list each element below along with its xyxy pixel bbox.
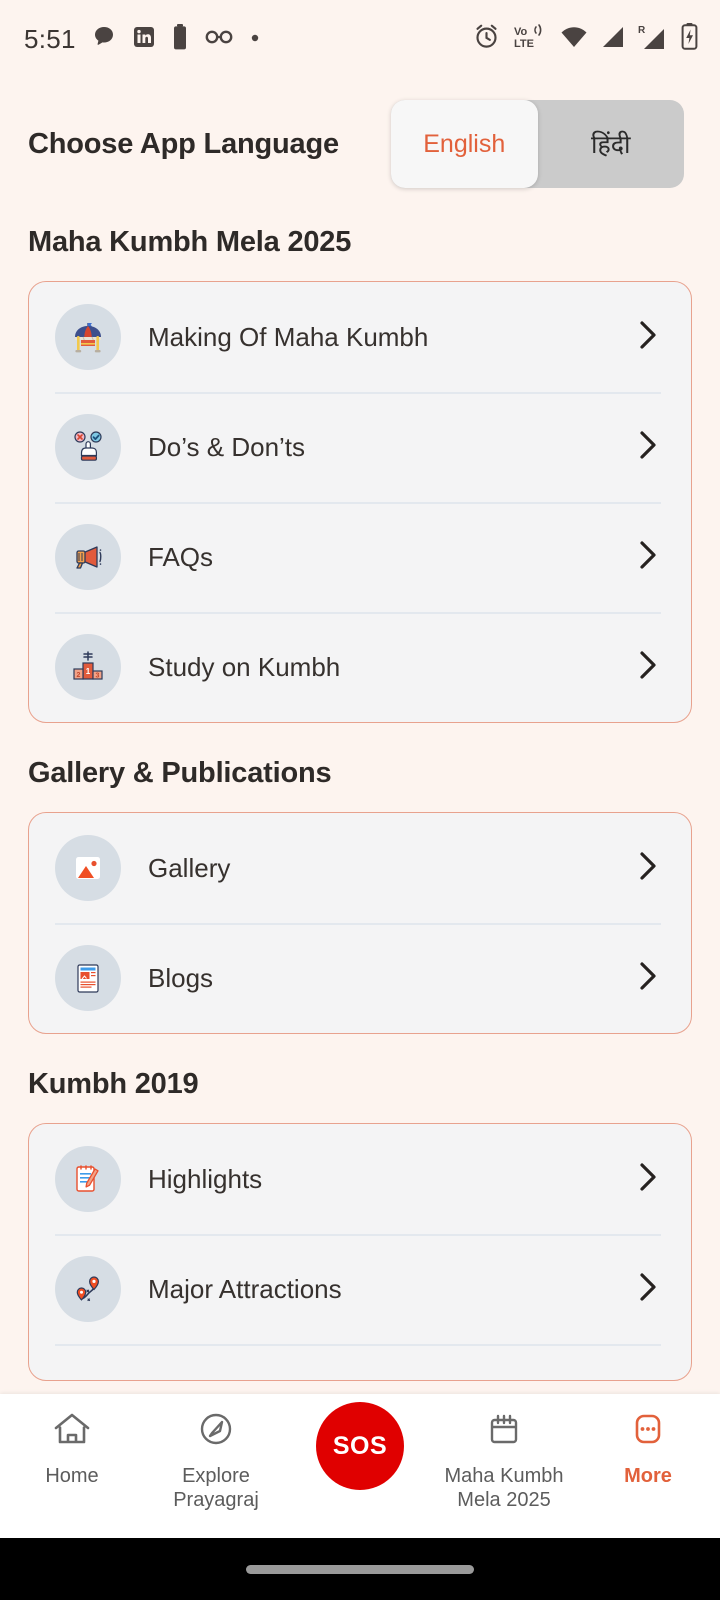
list-item-label: Making Of Maha Kumbh: [148, 321, 429, 352]
status-bar-right: Vo LTE R: [473, 23, 698, 55]
battery-charging-icon: [681, 23, 698, 55]
list-item-making-of-maha-kumbh[interactable]: Making Of Maha Kumbh: [29, 282, 691, 392]
svg-text:LTE: LTE: [514, 38, 534, 50]
chevron-right-icon: [637, 960, 659, 997]
language-header: Choose App Language English हिंदी: [0, 78, 720, 214]
language-option-english[interactable]: English: [391, 100, 538, 188]
podium-icon: 1 2 3: [55, 634, 121, 700]
nav-label-home: Home: [45, 1465, 99, 1487]
list-item-label: Blogs: [148, 962, 214, 993]
list-item-dos-and-donts[interactable]: Do’s & Don’ts: [29, 392, 691, 502]
pointing-hand-icon: [55, 414, 121, 480]
section-heading-gallery-and-publications: Gallery & Publications: [28, 757, 332, 789]
nav-label-maha-kumbh-mela-2025: Maha Kumbh Mela 2025: [444, 1465, 564, 1512]
list-item-blogs[interactable]: Blogs: [29, 923, 691, 1033]
status-time: 5:51: [24, 23, 76, 54]
chevron-right-icon: [637, 649, 659, 686]
chevron-right-icon: [637, 429, 659, 466]
megaphone-icon: [55, 524, 121, 590]
chevron-right-icon: [637, 539, 659, 576]
status-bar-left: 5:51: [24, 23, 260, 55]
photo-icon: [55, 835, 121, 901]
home-icon: [49, 1408, 95, 1457]
list-item-partial[interactable]: [29, 1344, 691, 1380]
page-title: Choose App Language: [28, 127, 339, 160]
list-item-faqs[interactable]: FAQs: [29, 502, 691, 612]
svg-text:3: 3: [96, 673, 100, 680]
status-bar: 5:51 Vo LTE R: [0, 0, 720, 78]
gesture-pill[interactable]: [246, 1564, 474, 1574]
nav-item-home[interactable]: Home: [0, 1408, 144, 1488]
list-item-label: Gallery: [148, 852, 231, 883]
notepad-pen-icon: [55, 1146, 121, 1212]
article-icon: [55, 945, 121, 1011]
list-item-label: Do’s & Don’ts: [148, 431, 306, 462]
list-item-label: Major Attractions: [148, 1273, 342, 1304]
chevron-right-icon: [637, 319, 659, 356]
nav-item-maha-kumbh-mela-2025[interactable]: Maha Kumbh Mela 2025: [432, 1408, 576, 1513]
chat-bubble-icon: [92, 25, 116, 54]
nav-item-explore-prayagraj[interactable]: Explore Prayagraj: [144, 1408, 288, 1513]
signal-roaming-icon: R: [638, 24, 668, 55]
section-heading-maha-kumbh-mela-2025: Maha Kumbh Mela 2025: [28, 226, 352, 258]
circus-tent-icon: [55, 304, 121, 370]
svg-text:1: 1: [86, 667, 91, 676]
list-item-label: FAQs: [148, 541, 214, 572]
battery-saver-icon: [172, 23, 188, 55]
chevron-right-icon: [637, 1161, 659, 1198]
calendar-icon: [481, 1408, 527, 1457]
glasses-icon: [204, 27, 234, 52]
section-heading-kumbh-2019: Kumbh 2019: [28, 1068, 199, 1100]
list-item-major-attractions[interactable]: Major Attractions: [29, 1234, 691, 1344]
list-item-label: Study on Kumbh: [148, 651, 341, 682]
list-item-study-on-kumbh[interactable]: 1 2 3 Study on Kumbh: [29, 612, 691, 722]
system-gesture-bar: [0, 1538, 720, 1600]
more-dots-icon: [625, 1408, 671, 1457]
nav-item-more[interactable]: More: [576, 1408, 720, 1488]
sos-button[interactable]: SOS: [316, 1402, 404, 1490]
bottom-navigation: Home Explore Prayagraj SOS Maha Kumbh Me…: [0, 1394, 720, 1538]
nav-label-explore-prayagraj: Explore Prayagraj: [173, 1465, 259, 1512]
language-toggle[interactable]: English हिंदी: [391, 100, 684, 188]
svg-text:R: R: [638, 25, 646, 36]
svg-text:Vo: Vo: [514, 26, 528, 38]
language-option-hindi[interactable]: हिंदी: [538, 100, 685, 188]
svg-text:2: 2: [77, 672, 81, 679]
scroll-content[interactable]: Maha Kumbh Mela 2025 Making Of Maha Kumb…: [0, 214, 720, 1414]
chevron-right-icon: [637, 1271, 659, 1308]
list-item-gallery[interactable]: Gallery: [29, 813, 691, 923]
linkedin-icon: [132, 25, 156, 54]
alarm-icon: [473, 23, 500, 55]
volte-icon: Vo LTE: [513, 23, 547, 55]
dot-icon: [250, 30, 260, 48]
wifi-icon: [560, 26, 588, 53]
chevron-right-icon: [637, 850, 659, 887]
list-item-highlights[interactable]: Highlights: [29, 1124, 691, 1234]
list-item-label: Highlights: [148, 1163, 263, 1194]
card-gallery-and-publications: Gallery Blogs: [28, 812, 692, 1034]
card-maha-kumbh-mela-2025: Making Of Maha Kumbh Do’s & Don’ts FAQs …: [28, 281, 692, 723]
nav-label-more: More: [624, 1465, 672, 1487]
compass-icon: [193, 1408, 239, 1457]
nav-item-sos[interactable]: SOS: [288, 1402, 432, 1490]
card-kumbh-2019: Highlights Major Attractions: [28, 1123, 692, 1381]
signal-sim1-icon: [601, 26, 625, 53]
map-pins-icon: [55, 1256, 121, 1322]
